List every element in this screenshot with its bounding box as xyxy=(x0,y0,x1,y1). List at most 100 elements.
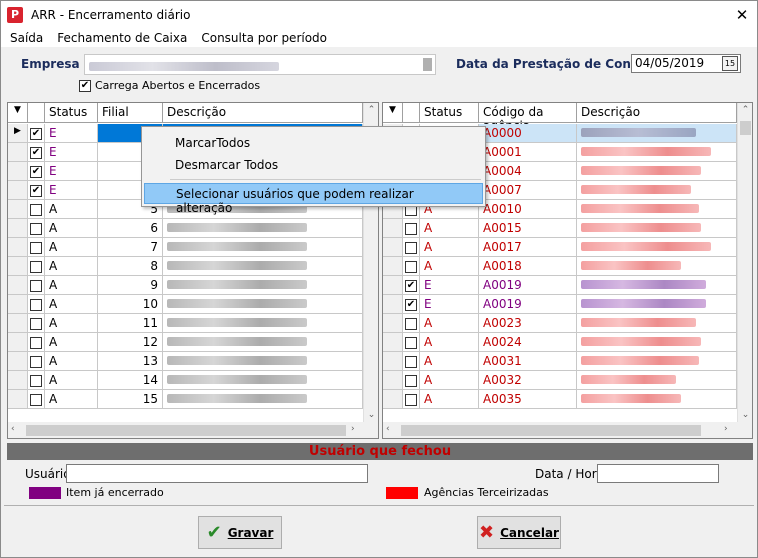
right-hscroll-thumb[interactable] xyxy=(401,425,701,436)
row-indicator[interactable] xyxy=(8,200,28,219)
descricao-cell[interactable] xyxy=(163,314,363,333)
table-row[interactable]: A 6 xyxy=(8,219,378,238)
scroll-right-icon[interactable]: › xyxy=(724,424,728,434)
status-cell[interactable]: A xyxy=(45,295,98,314)
scroll-right-icon[interactable]: › xyxy=(351,424,355,434)
descricao-cell[interactable] xyxy=(577,333,737,352)
table-row[interactable]: A A0031 xyxy=(383,352,752,371)
row-check-cell[interactable] xyxy=(403,238,420,257)
grid-menu-icon[interactable]: ▼ xyxy=(8,103,28,123)
row-indicator[interactable] xyxy=(8,276,28,295)
row-checkbox[interactable] xyxy=(405,355,417,368)
right-vscroll-thumb[interactable] xyxy=(740,121,751,135)
right-horizontal-scrollbar[interactable]: ‹ › xyxy=(383,422,752,438)
menu-consulta-periodo[interactable]: Consulta por período xyxy=(201,31,327,45)
row-checkbox[interactable]: ✔ xyxy=(405,279,417,292)
row-check-cell[interactable] xyxy=(403,333,420,352)
status-cell[interactable]: A xyxy=(45,276,98,295)
right-vertical-scrollbar[interactable]: ⌃ ⌄ xyxy=(737,103,752,422)
row-check-cell[interactable]: ✔ xyxy=(28,143,45,162)
table-row[interactable]: A 14 xyxy=(8,371,378,390)
table-row[interactable]: A A0017 xyxy=(383,238,752,257)
row-checkbox[interactable] xyxy=(30,393,42,406)
row-check-cell[interactable]: ✔ xyxy=(28,124,45,143)
grid-menu-icon[interactable]: ▼ xyxy=(383,103,403,123)
row-indicator[interactable] xyxy=(383,352,403,371)
row-checkbox[interactable]: ✔ xyxy=(405,298,417,311)
row-check-cell[interactable] xyxy=(28,371,45,390)
row-checkbox[interactable] xyxy=(30,222,42,235)
row-checkbox[interactable] xyxy=(30,336,42,349)
row-checkbox[interactable]: ✔ xyxy=(30,127,42,140)
codigo-cell[interactable]: A0015 xyxy=(479,219,577,238)
row-check-cell[interactable] xyxy=(403,219,420,238)
status-cell[interactable]: A xyxy=(420,314,479,333)
combo-dropdown-icon[interactable] xyxy=(423,58,432,71)
table-row[interactable]: A 11 xyxy=(8,314,378,333)
descricao-cell[interactable] xyxy=(163,390,363,409)
left-horizontal-scrollbar[interactable]: ‹ › xyxy=(8,422,378,438)
status-cell[interactable]: A xyxy=(420,390,479,409)
filial-column-header[interactable]: Filial xyxy=(98,103,163,123)
status-cell[interactable]: E xyxy=(420,295,479,314)
codigo-cell[interactable]: A0031 xyxy=(479,352,577,371)
codigo-cell[interactable]: A0032 xyxy=(479,371,577,390)
cancelar-button[interactable]: ✖ Cancelar xyxy=(477,516,561,549)
calendar-icon[interactable]: 15 xyxy=(722,56,738,71)
scroll-left-icon[interactable]: ‹ xyxy=(11,424,15,434)
scroll-down-icon[interactable]: ⌄ xyxy=(738,410,752,420)
descricao-cell[interactable] xyxy=(577,257,737,276)
descricao-cell[interactable] xyxy=(577,238,737,257)
row-checkbox[interactable] xyxy=(30,374,42,387)
table-row[interactable]: A 10 xyxy=(8,295,378,314)
row-checkbox[interactable]: ✔ xyxy=(30,184,42,197)
table-row[interactable]: A 9 xyxy=(8,276,378,295)
status-cell[interactable]: A xyxy=(45,371,98,390)
row-indicator[interactable] xyxy=(8,143,28,162)
row-checkbox[interactable] xyxy=(405,222,417,235)
descricao-column-header[interactable]: Descrição xyxy=(163,103,363,123)
status-cell[interactable]: A xyxy=(45,219,98,238)
ctx-marcar-todos[interactable]: MarcarTodos xyxy=(144,133,483,154)
table-row[interactable]: A 13 xyxy=(8,352,378,371)
filial-cell[interactable]: 14 xyxy=(98,371,163,390)
descricao-cell[interactable] xyxy=(577,352,737,371)
close-button[interactable]: ✕ xyxy=(727,1,757,29)
filial-cell[interactable]: 6 xyxy=(98,219,163,238)
codigo-cell[interactable]: A0000 xyxy=(479,124,577,143)
descricao-cell[interactable] xyxy=(163,371,363,390)
row-check-cell[interactable]: ✔ xyxy=(28,162,45,181)
descricao-cell[interactable] xyxy=(163,352,363,371)
status-column-header[interactable]: Status xyxy=(420,103,479,123)
row-check-cell[interactable]: ✔ xyxy=(28,181,45,200)
status-cell[interactable]: A xyxy=(45,200,98,219)
filial-cell[interactable]: 7 xyxy=(98,238,163,257)
codigo-cell[interactable]: A0010 xyxy=(479,200,577,219)
codigo-cell[interactable]: A0001 xyxy=(479,143,577,162)
table-row[interactable]: A 15 xyxy=(8,390,378,409)
row-check-cell[interactable] xyxy=(28,314,45,333)
codigo-cell[interactable]: A0018 xyxy=(479,257,577,276)
status-cell[interactable]: E xyxy=(45,181,98,200)
codigo-cell[interactable]: A0017 xyxy=(479,238,577,257)
filial-cell[interactable]: 8 xyxy=(98,257,163,276)
scroll-left-icon[interactable]: ‹ xyxy=(386,424,390,434)
row-check-cell[interactable] xyxy=(28,200,45,219)
status-cell[interactable]: A xyxy=(420,219,479,238)
row-indicator[interactable] xyxy=(383,333,403,352)
descricao-cell[interactable] xyxy=(577,200,737,219)
row-checkbox[interactable] xyxy=(405,260,417,273)
row-checkbox[interactable] xyxy=(405,393,417,406)
status-cell[interactable]: A xyxy=(45,257,98,276)
row-checkbox[interactable] xyxy=(405,336,417,349)
descricao-cell[interactable] xyxy=(577,162,737,181)
descricao-cell[interactable] xyxy=(163,238,363,257)
descricao-cell[interactable] xyxy=(577,314,737,333)
menu-saida[interactable]: Saída xyxy=(10,31,43,45)
row-indicator[interactable] xyxy=(383,276,403,295)
row-check-cell[interactable] xyxy=(28,352,45,371)
filial-cell[interactable]: 10 xyxy=(98,295,163,314)
row-checkbox[interactable] xyxy=(405,317,417,330)
row-check-cell[interactable] xyxy=(28,333,45,352)
filial-cell[interactable]: 11 xyxy=(98,314,163,333)
